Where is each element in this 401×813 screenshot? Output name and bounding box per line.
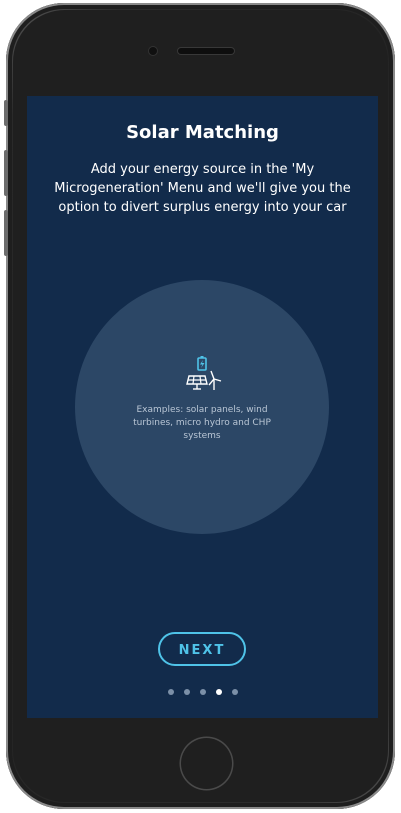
page-dot-4-active[interactable] [215, 689, 222, 695]
mute-switch [4, 100, 8, 126]
solar-wind-battery-icon [186, 356, 222, 390]
illustration-circle: Examples: solar panels, wind turbines, m… [75, 280, 329, 534]
examples-text: Examples: solar panels, wind turbines, m… [133, 405, 271, 441]
page-dot-3[interactable] [199, 689, 206, 695]
front-camera [149, 47, 157, 55]
volume-down-button [4, 210, 8, 256]
home-button[interactable] [181, 738, 232, 789]
page-title: Solar Matching [126, 122, 279, 143]
onboarding-screen: Solar Matching Add your energy source in… [27, 96, 378, 718]
earpiece-speaker [178, 48, 234, 54]
next-button[interactable]: NEXT [158, 632, 246, 666]
page-dot-2[interactable] [183, 689, 190, 695]
page-dot-1[interactable] [167, 689, 174, 695]
volume-up-button [4, 150, 8, 196]
pagination-dots [27, 689, 378, 695]
page-description: Add your energy source in the 'My Microg… [54, 162, 351, 215]
page-dot-5[interactable] [231, 689, 238, 695]
